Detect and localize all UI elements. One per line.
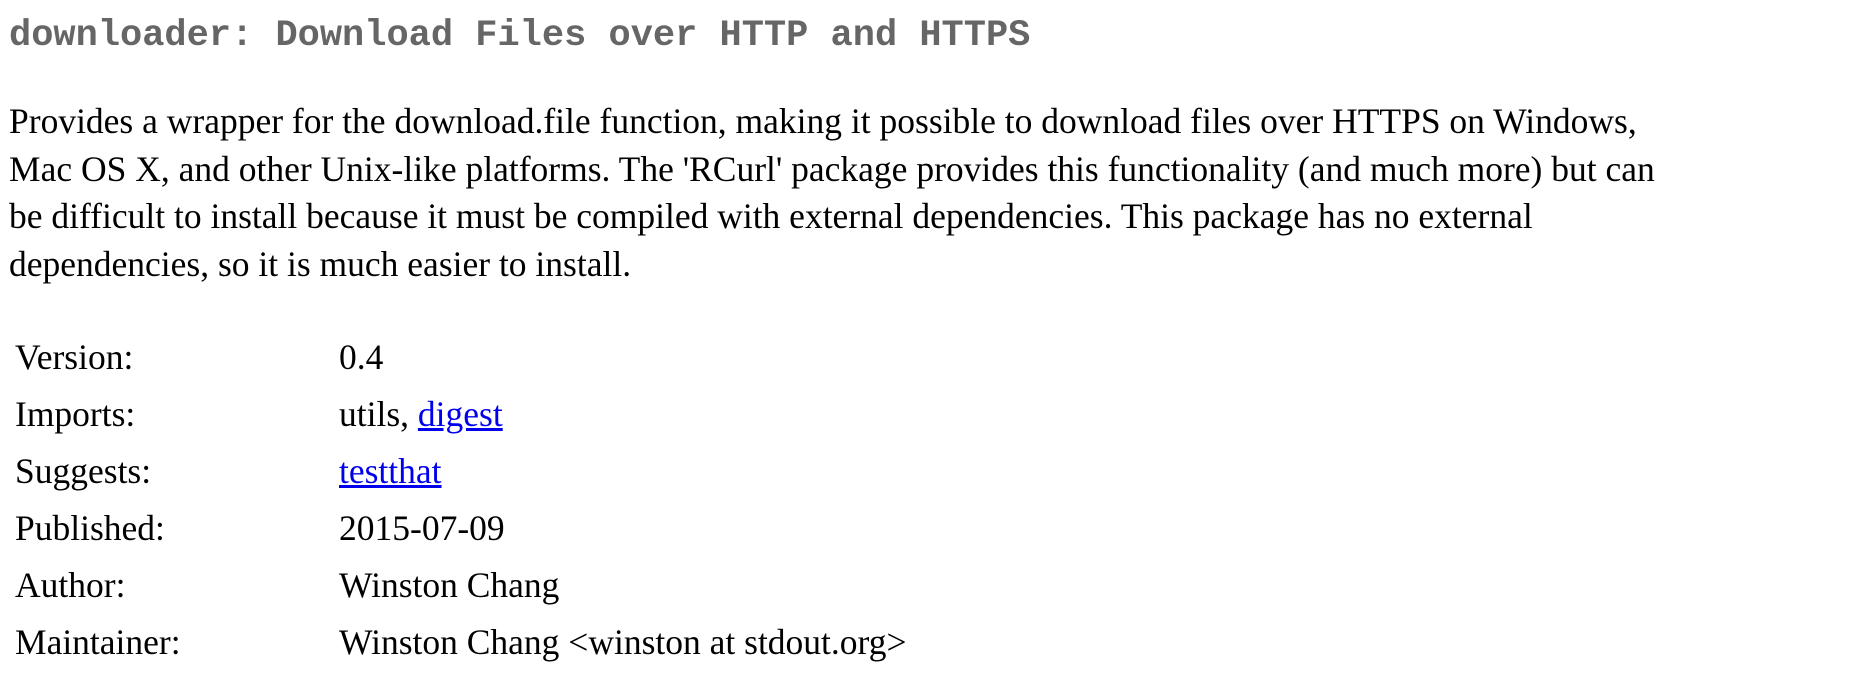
imports-row: Imports: utils, digest <box>15 385 907 442</box>
author-value: Winston Chang <box>339 564 560 605</box>
description-line: dependencies, so it is much easier to in… <box>9 243 632 284</box>
imports-plain-text: utils, <box>339 393 418 434</box>
author-label: Author: <box>15 564 126 605</box>
maintainer-label: Maintainer: <box>15 621 181 662</box>
description-line: be difficult to install because it must … <box>9 196 1533 236</box>
maintainer-value: Winston Chang <winston at stdout.org> <box>339 621 907 662</box>
package-page: downloader: Download Files over HTTP and… <box>9 0 1874 670</box>
version-label: Version: <box>15 336 134 377</box>
imports-value: utils, digest <box>339 385 907 442</box>
description-line: Mac OS X, and other Unix-like platforms.… <box>9 148 1655 189</box>
version-row: Version: 0.4 <box>15 328 907 385</box>
suggests-value: testthat <box>339 442 907 499</box>
description-line: Provides a wrapper for the download.file… <box>9 101 1637 141</box>
digest-link[interactable]: digest <box>418 394 503 434</box>
page-title: downloader: Download Files over HTTP and… <box>9 15 1031 57</box>
imports-label: Imports: <box>15 393 136 434</box>
author-row: Author: Winston Chang <box>15 556 907 613</box>
maintainer-row: Maintainer: Winston Chang <winston at st… <box>15 613 907 670</box>
published-value: 2015-07-09 <box>339 507 505 548</box>
published-row: Published: 2015-07-09 <box>15 499 907 556</box>
suggests-row: Suggests: testthat <box>15 442 907 499</box>
published-label: Published: <box>15 507 165 548</box>
package-details-table: Version: 0.4 Imports: utils, digest Sugg… <box>15 328 907 670</box>
testthat-link[interactable]: testthat <box>339 451 442 491</box>
package-description: Provides a wrapper for the download.file… <box>9 98 1869 288</box>
suggests-label: Suggests: <box>15 450 152 491</box>
version-value: 0.4 <box>339 336 384 377</box>
